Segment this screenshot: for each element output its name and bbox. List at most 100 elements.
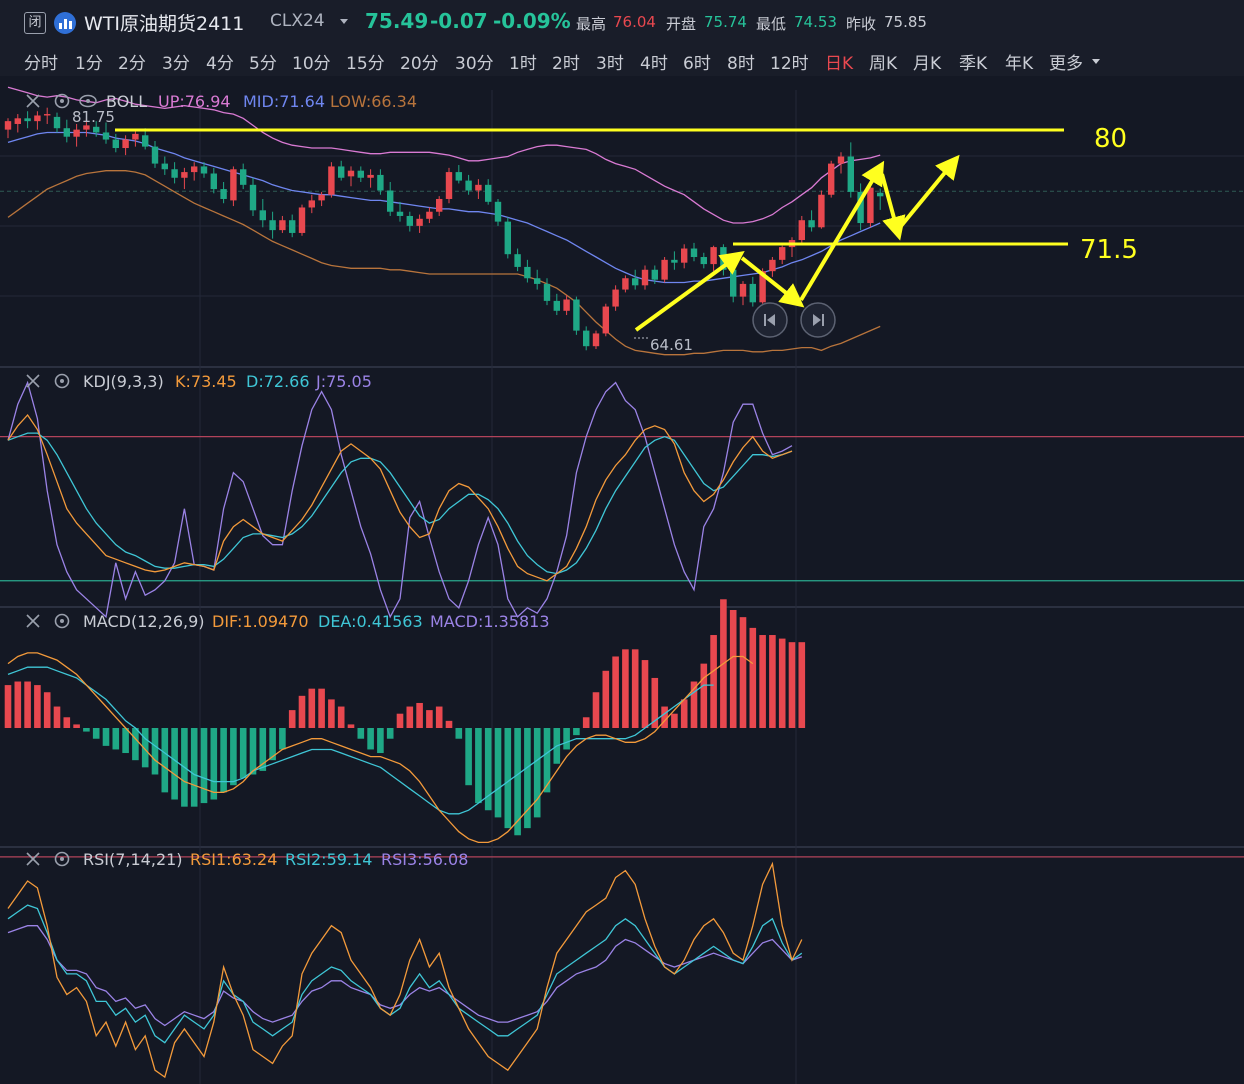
tab-period-11[interactable]: 2时 (552, 49, 580, 74)
tab-period-19[interactable]: 月K (913, 49, 941, 74)
macd-histogram-bar (680, 699, 688, 728)
trend-arrow-4 (899, 154, 960, 228)
macd-histogram-bar (622, 649, 629, 728)
tab-period-8[interactable]: 20分 (400, 49, 439, 74)
tab-period-6[interactable]: 10分 (292, 49, 331, 74)
candle-body (328, 166, 335, 195)
candle-body (4, 121, 12, 130)
candle-body (396, 211, 404, 216)
tab-period-16[interactable]: 12时 (770, 49, 809, 74)
tab-period-18[interactable]: 周K (869, 49, 897, 74)
tab-period-9[interactable]: 30分 (455, 49, 494, 74)
macd-histogram-bar (582, 717, 590, 728)
macd-histogram-bar (298, 695, 306, 728)
kdj-legend-item-0: KDJ(9,3,3) (83, 372, 164, 391)
candle-body (534, 278, 541, 284)
tab-period-20[interactable]: 季K (959, 49, 987, 74)
candle-body (426, 211, 433, 219)
candle-body (651, 269, 658, 280)
tab-period-17[interactable]: 日K (825, 49, 853, 74)
kdj-legend-item-3: J:75.05 (315, 372, 372, 391)
candle-body (592, 333, 600, 347)
kdj-close-icon[interactable] (26, 374, 40, 388)
boll-close-icon[interactable] (26, 94, 40, 108)
tab-period-2[interactable]: 2分 (118, 49, 146, 74)
macd-histogram-bar (612, 656, 619, 728)
candle-body (494, 201, 502, 222)
more-chevron-icon[interactable] (1092, 59, 1100, 64)
macd-histogram-bar (24, 681, 31, 728)
tab-period-5[interactable]: 5分 (249, 49, 277, 74)
instrument-code[interactable]: CLX24 (270, 11, 325, 31)
candle-body (298, 207, 306, 233)
tab-period-14[interactable]: 6时 (683, 49, 711, 74)
instrument-title[interactable]: WTI原油期货2411 (84, 9, 244, 36)
candle-body (779, 247, 786, 260)
tab-period-15[interactable]: 8时 (727, 49, 755, 74)
tab-period-7[interactable]: 15分 (346, 49, 385, 74)
boll-legend-item-3: LOW:66.34 (330, 92, 417, 111)
tab-period-3[interactable]: 3分 (162, 49, 190, 74)
macd-legend-item-3: MACD:1.35813 (430, 612, 550, 631)
macd-histogram-bar (337, 706, 345, 728)
price-change: -0.07 (430, 9, 488, 33)
chart-bars-icon (54, 12, 76, 34)
macd-histogram-bar (465, 728, 472, 786)
candle-body (269, 220, 276, 231)
chart-canvas[interactable]: 81.7564.618071.5BOLL UP:76.94 MID:71.64 LOW… (0, 76, 1244, 1084)
macd-histogram-bar (367, 728, 374, 750)
candle-body (798, 220, 805, 241)
price-change-pct: -0.09% (493, 9, 571, 33)
candle-body (612, 289, 619, 307)
tab-period-0[interactable]: 分时 (24, 49, 58, 74)
macd-histogram-bar (416, 702, 423, 728)
tab-period-12[interactable]: 3时 (596, 49, 624, 74)
candle-body (102, 132, 110, 140)
macd-close-icon[interactable] (26, 614, 40, 628)
trend-arrow-2 (799, 160, 885, 302)
tab-period-13[interactable]: 4时 (640, 49, 668, 74)
rsi-close-icon[interactable] (26, 852, 40, 866)
candle-body (279, 220, 286, 231)
tab-period-22[interactable]: 更多 (1049, 49, 1083, 74)
candle-body (406, 215, 413, 226)
macd-histogram-bar (533, 728, 541, 818)
chevron-down-icon[interactable] (340, 19, 348, 24)
high-label: 最高 (576, 15, 607, 33)
candle-body (543, 283, 551, 301)
candle-body (769, 259, 776, 272)
macd-histogram-bar (230, 728, 237, 786)
macd-histogram-bar (778, 638, 786, 728)
candle-body (455, 172, 462, 181)
playback-next-button[interactable] (800, 302, 836, 338)
candle-body (161, 163, 168, 170)
macd-histogram-bar (749, 627, 757, 728)
boll-gear-icon-hub (60, 99, 64, 103)
level-label-high: 80 (1094, 124, 1127, 154)
playback-prev-button[interactable] (752, 302, 788, 338)
candle-body (240, 169, 247, 185)
tab-period-1[interactable]: 1分 (75, 49, 103, 74)
candle-body (690, 248, 698, 258)
candle-body (436, 198, 443, 212)
candle-body (504, 221, 511, 255)
rsi-legend-item-2: RSI2:59.14 (285, 850, 372, 869)
low-label: 最低 (756, 15, 787, 33)
macd-histogram-bar (769, 635, 776, 728)
candle-body (289, 220, 296, 233)
macd-histogram-bar (573, 728, 580, 736)
quote-header: 闭 WTI原油期货2411 CLX24 75.49 -0.07 -0.09% 最… (0, 0, 1244, 46)
tab-period-10[interactable]: 1时 (509, 49, 537, 74)
candle-body (338, 166, 345, 178)
open-value: 75.74 (704, 13, 747, 31)
candle-body (416, 218, 423, 226)
macd-histogram-bar (406, 706, 414, 728)
candle-body (622, 278, 629, 290)
tab-period-21[interactable]: 年K (1005, 49, 1033, 74)
tab-period-4[interactable]: 4分 (206, 49, 234, 74)
candle-body (44, 114, 51, 116)
rsi-legend-item-1: RSI1:63.24 (190, 850, 277, 869)
kdj-j-line (7, 380, 793, 619)
macd-histogram-bar (151, 728, 159, 775)
macd-histogram-bar (53, 706, 61, 728)
